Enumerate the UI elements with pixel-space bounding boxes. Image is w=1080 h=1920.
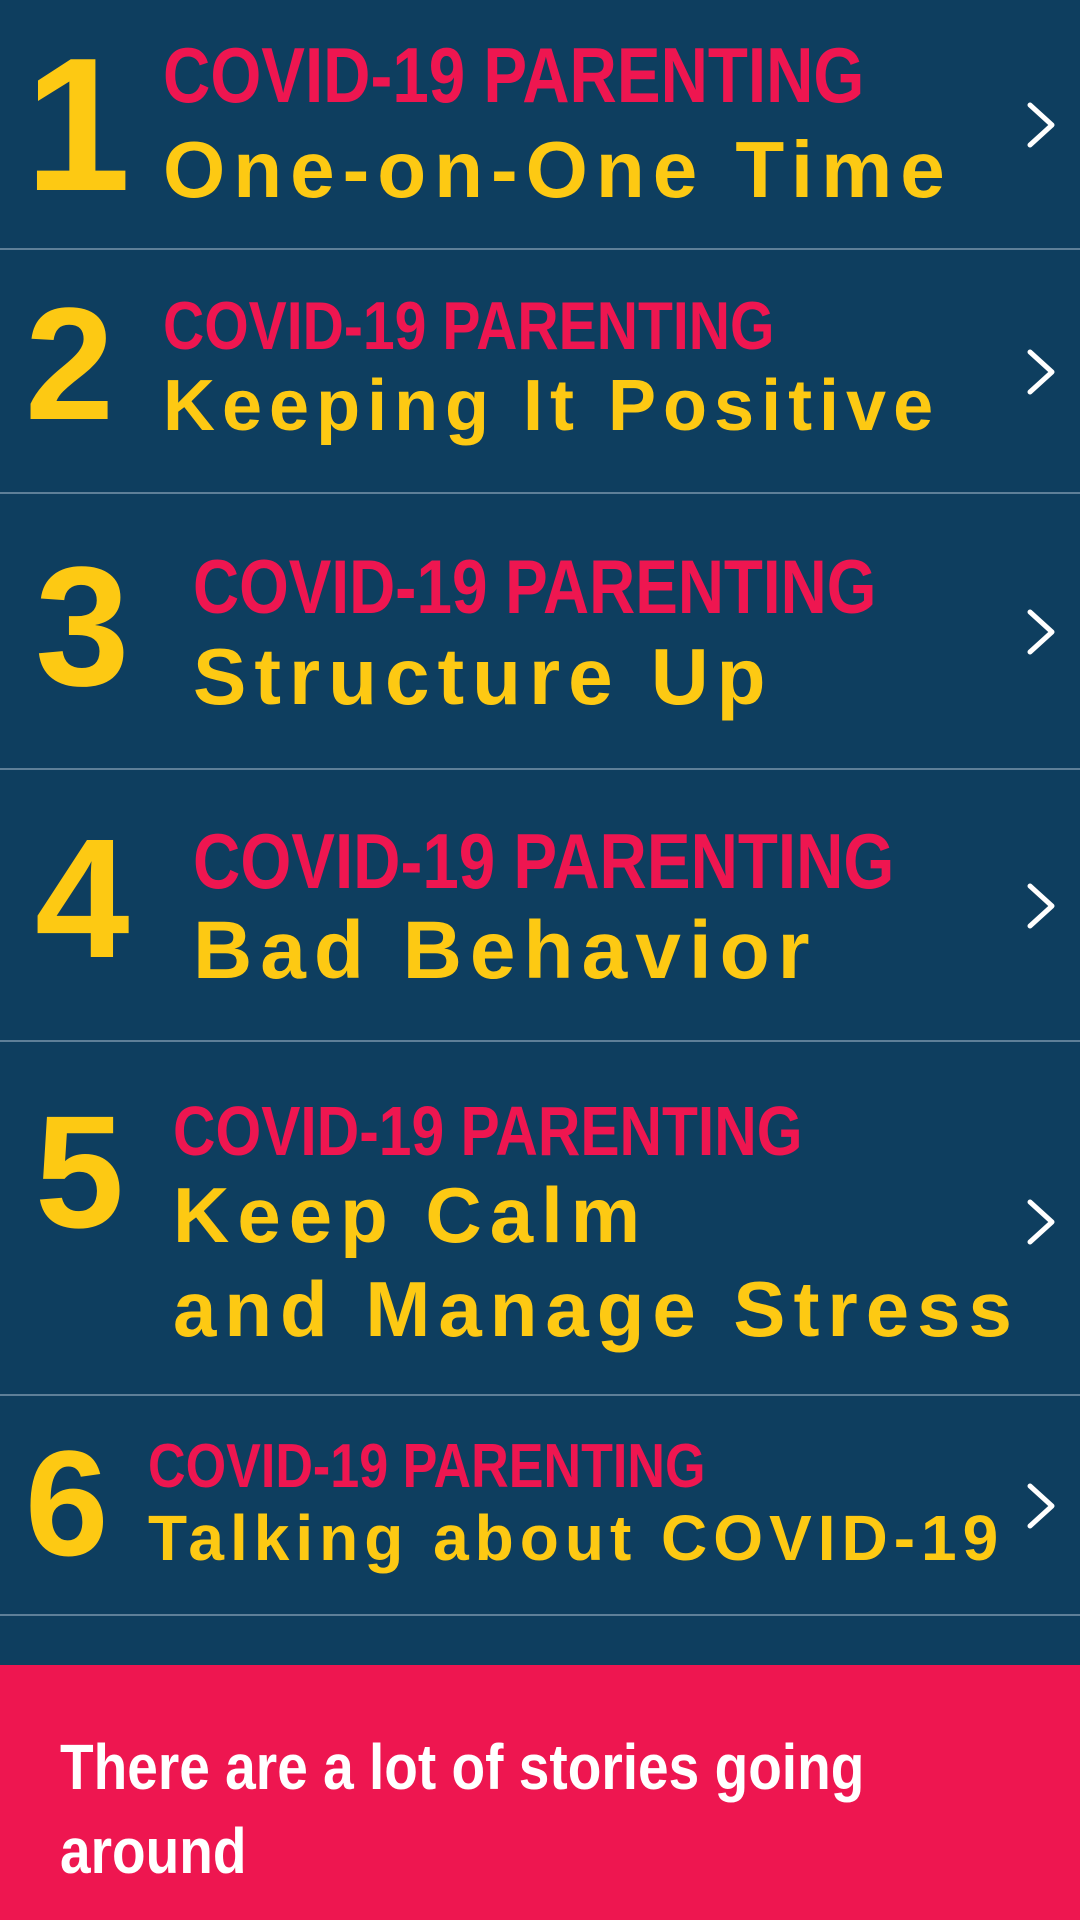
banner-text: There are a lot of stories going around: [60, 1731, 865, 1887]
tip-title: One-on-One Time: [163, 125, 953, 214]
chevron-right-icon: [1020, 1476, 1060, 1536]
tip-title: Bad Behavior: [193, 905, 818, 996]
tip-number: 6: [25, 1419, 109, 1587]
tip-row-3[interactable]: 3 COVID-19 PARENTING Structure Up: [0, 494, 1080, 770]
tip-kicker: COVID-19 PARENTING: [193, 545, 877, 630]
stories-banner[interactable]: There are a lot of stories going around: [0, 1665, 1080, 1920]
tip-number: 4: [35, 804, 130, 994]
tip-row-2[interactable]: 2 COVID-19 PARENTING Keeping It Positive: [0, 250, 1080, 494]
tip-kicker: COVID-19 PARENTING: [163, 31, 865, 119]
tip-title: Talking about COVID-19: [148, 1502, 1005, 1574]
tip-title-line-1: Keep Calm: [173, 1171, 649, 1259]
tip-number: 1: [25, 19, 131, 231]
tip-number: 5: [35, 1082, 124, 1261]
chevron-right-icon: [1020, 95, 1060, 155]
chevron-right-icon: [1020, 1192, 1060, 1252]
tip-row-1[interactable]: 1 COVID-19 PARENTING One-on-One Time: [0, 0, 1080, 250]
tip-kicker: COVID-19 PARENTING: [193, 817, 895, 905]
tip-row-6[interactable]: 6 COVID-19 PARENTING Talking about COVID…: [0, 1396, 1080, 1616]
chevron-right-icon: [1020, 342, 1060, 402]
tip-number: 2: [25, 274, 114, 453]
tip-title-line-2: and Manage Stress: [173, 1265, 1020, 1353]
chevron-right-icon: [1020, 602, 1060, 662]
tip-kicker: COVID-19 PARENTING: [163, 288, 775, 364]
tip-number: 3: [35, 532, 130, 722]
chevron-right-icon: [1020, 876, 1060, 936]
tip-title: Structure Up: [193, 632, 774, 721]
tip-row-4[interactable]: 4 COVID-19 PARENTING Bad Behavior: [0, 770, 1080, 1042]
tip-kicker: COVID-19 PARENTING: [173, 1092, 803, 1170]
tip-title: Keeping It Positive: [163, 366, 941, 446]
tip-kicker: COVID-19 PARENTING: [148, 1432, 706, 1501]
parenting-tips-list: 1 COVID-19 PARENTING One-on-One Time 2 C…: [0, 0, 1080, 1616]
tip-row-5[interactable]: 5 COVID-19 PARENTING Keep Calm and Manag…: [0, 1042, 1080, 1396]
